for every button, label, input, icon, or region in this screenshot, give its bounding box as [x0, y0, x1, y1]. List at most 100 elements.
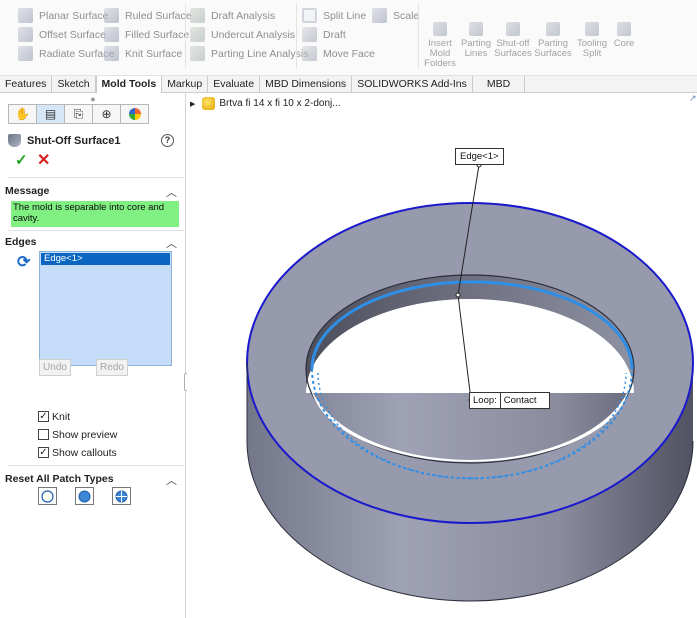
- ruled-surface-button[interactable]: Ruled Surface: [104, 6, 192, 25]
- ribbon-separator: [185, 4, 186, 68]
- scale-icon: [372, 8, 387, 23]
- core-label: Core: [613, 38, 635, 49]
- edges-section-header[interactable]: Edges ︿: [5, 235, 182, 251]
- parting-surfaces-label: Parting Surfaces: [534, 38, 572, 59]
- checkbox-checked-icon: ✓: [38, 411, 49, 422]
- parting-line-analysis-icon: [190, 46, 205, 61]
- display-manager-tab[interactable]: [120, 104, 149, 124]
- undo-button[interactable]: Undo: [39, 359, 71, 376]
- draft-label: Draft: [323, 28, 346, 41]
- split-line-icon: [302, 8, 317, 23]
- contact-patch-button[interactable]: [38, 487, 57, 505]
- property-manager-title: Shut-Off Surface1: [8, 134, 121, 147]
- feature-manager-tab[interactable]: ✋: [8, 104, 37, 124]
- filled-surface-button[interactable]: Filled Surface: [104, 25, 192, 44]
- loop-patch-type-value[interactable]: Contact: [501, 393, 549, 408]
- tab-solidworks-add-ins[interactable]: SOLIDWORKS Add-Ins: [352, 76, 473, 93]
- ruled-surface-label: Ruled Surface: [125, 9, 192, 22]
- panel-resize-grip[interactable]: ●: [0, 94, 186, 104]
- split-line-button[interactable]: Split Line: [302, 6, 375, 25]
- property-manager-tab[interactable]: ▤: [36, 104, 65, 124]
- command-manager-tabs: Features Sketch Mold Tools Markup Evalua…: [0, 76, 697, 94]
- list-item[interactable]: Edge<1>: [41, 253, 170, 265]
- contact-patch-icon: [41, 489, 54, 503]
- radiate-surface-button[interactable]: Radiate Surface: [18, 44, 114, 63]
- shut-off-surfaces-button[interactable]: Shut-off Surfaces: [493, 22, 533, 59]
- patch-type-buttons: [38, 487, 149, 505]
- feature-tree-icon: ✋: [15, 107, 30, 121]
- ribbon: Planar Surface Offset Surface Radiate Su…: [0, 0, 697, 76]
- ribbon-separator: [418, 4, 419, 68]
- offset-surface-button[interactable]: Offset Surface: [18, 25, 114, 44]
- ribbon-col-surfaces-1: Planar Surface Offset Surface Radiate Su…: [18, 6, 114, 63]
- move-face-button[interactable]: Move Face: [302, 44, 375, 63]
- undercut-analysis-icon: [190, 27, 205, 42]
- tangent-patch-icon: [78, 490, 91, 502]
- chevron-up-icon[interactable]: ︿: [166, 472, 177, 488]
- divider: [8, 177, 184, 178]
- help-icon[interactable]: ?: [161, 134, 174, 147]
- tab-mbd[interactable]: MBD: [473, 76, 526, 93]
- knit-checkbox[interactable]: ✓ Knit: [38, 410, 70, 423]
- chevron-up-icon[interactable]: ︿: [166, 235, 177, 251]
- ok-button[interactable]: ✓: [15, 151, 28, 169]
- tangent-patch-button[interactable]: [75, 487, 94, 505]
- show-preview-checkbox[interactable]: Show preview: [38, 428, 117, 441]
- scale-button[interactable]: Scale: [372, 6, 419, 25]
- reset-patch-types-header[interactable]: Reset All Patch Types ︿: [5, 472, 182, 488]
- insert-mold-folders-button[interactable]: Insert Mold Folders: [420, 22, 460, 69]
- offset-surface-label: Offset Surface: [39, 28, 106, 41]
- tab-mbd-dimensions[interactable]: MBD Dimensions: [260, 76, 353, 93]
- show-callouts-label: Show callouts: [52, 446, 117, 459]
- edges-selection-list[interactable]: Edge<1>: [39, 251, 172, 366]
- core-icon: [617, 22, 631, 36]
- radiate-surface-label: Radiate Surface: [39, 47, 115, 60]
- split-line-label: Split Line: [323, 9, 367, 22]
- loop-callout[interactable]: Loop: Contact: [469, 392, 550, 409]
- dimxpert-manager-tab[interactable]: ⊕: [92, 104, 121, 124]
- undercut-analysis-button[interactable]: Undercut Analysis: [190, 25, 308, 44]
- reset-header-label: Reset All Patch Types: [5, 473, 114, 485]
- planar-surface-button[interactable]: Planar Surface: [18, 6, 114, 25]
- ring-model[interactable]: [187, 93, 697, 618]
- cancel-button[interactable]: ✕: [37, 150, 50, 170]
- configuration-manager-tab[interactable]: ⎘: [64, 104, 93, 124]
- checkbox-empty-icon: [38, 429, 49, 440]
- show-callouts-checkbox[interactable]: ✓ Show callouts: [38, 446, 117, 459]
- parting-lines-button[interactable]: Parting Lines: [456, 22, 496, 59]
- message-section-header[interactable]: Message ︿: [5, 184, 182, 200]
- graphics-area[interactable]: ▶ Brtva fi 14 x fi 10 x 2-donj... ↗ Edge…: [187, 93, 697, 618]
- tab-sketch[interactable]: Sketch: [52, 76, 96, 93]
- core-button[interactable]: Core: [604, 22, 644, 49]
- no-fill-patch-button[interactable]: [112, 487, 131, 505]
- tab-markup[interactable]: Markup: [162, 76, 209, 93]
- edge-callout[interactable]: Edge<1>: [455, 148, 504, 165]
- parting-line-analysis-button[interactable]: Parting Line Analysis: [190, 44, 308, 63]
- ribbon-separator: [296, 4, 297, 68]
- crosshair-icon: ⊕: [101, 107, 112, 121]
- edge-callout-label: Edge<1>: [460, 151, 499, 162]
- property-manager: ● ✋ ▤ ⎘ ⊕ Shut-Off Surface1 ? ✓ ✕ Messag…: [0, 93, 186, 618]
- draft-analysis-button[interactable]: Draft Analysis: [190, 6, 308, 25]
- filled-surface-icon: [104, 27, 119, 42]
- draft-button[interactable]: Draft: [302, 25, 375, 44]
- divider: [8, 230, 184, 231]
- chevron-up-icon[interactable]: ︿: [166, 184, 177, 200]
- parting-lines-label: Parting Lines: [460, 38, 492, 59]
- tab-evaluate[interactable]: Evaluate: [208, 76, 261, 93]
- parting-surfaces-icon: [546, 22, 560, 36]
- tab-mold-tools[interactable]: Mold Tools: [95, 76, 163, 94]
- offset-surface-icon: [18, 27, 33, 42]
- tooling-split-icon: [585, 22, 599, 36]
- scale-label: Scale: [393, 9, 420, 22]
- panel-tab-strip: ✋ ▤ ⎘ ⊕: [8, 104, 149, 124]
- knit-surface-button[interactable]: Knit Surface: [104, 44, 192, 63]
- tab-features[interactable]: Features: [0, 76, 53, 93]
- parting-surfaces-button[interactable]: Parting Surfaces: [533, 22, 573, 59]
- divider: [8, 465, 184, 466]
- loop-callout-label: Loop:: [470, 393, 501, 408]
- redo-button[interactable]: Redo: [96, 359, 128, 376]
- draft-icon: [302, 27, 317, 42]
- filled-surface-label: Filled Surface: [125, 28, 190, 41]
- configuration-icon: ⎘: [73, 106, 84, 121]
